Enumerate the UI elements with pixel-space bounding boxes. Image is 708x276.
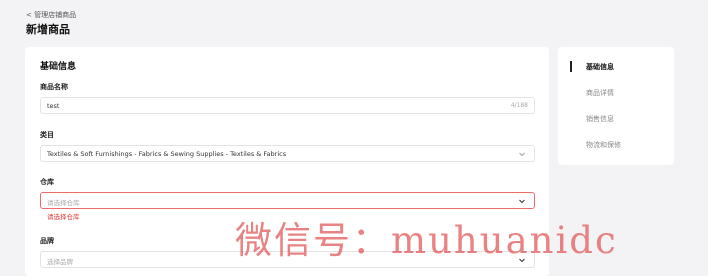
nav-item-basic-info[interactable]: 基础信息 — [586, 62, 614, 72]
category-select[interactable]: Textiles & Soft Furnishings - Fabrics & … — [40, 145, 535, 162]
chevron-down-icon — [519, 199, 525, 204]
page-header: < 管理店铺商品 新增商品 — [0, 0, 708, 46]
category-label: 类目 — [40, 131, 54, 139]
char-counter: 4/188 — [510, 102, 528, 109]
product-name-input[interactable]: test 4/188 — [40, 97, 535, 114]
warehouse-select[interactable]: 请选择仓库 — [40, 192, 535, 209]
nav-item-logistics-warranty[interactable]: 物流和保修 — [586, 140, 621, 150]
active-indicator — [570, 61, 572, 72]
page-title: 新增商品 — [26, 23, 70, 36]
brand-placeholder: 选择品牌 — [47, 258, 73, 266]
brand-label: 品牌 — [40, 237, 54, 245]
warehouse-label: 仓库 — [40, 178, 54, 186]
category-value: Textiles & Soft Furnishings - Fabrics & … — [47, 150, 287, 158]
watermark-text: 微信号：muhuanidc — [235, 219, 618, 262]
nav-item-sales-info[interactable]: 销售信息 — [586, 114, 614, 124]
nav-item-product-details[interactable]: 商品详情 — [586, 88, 614, 98]
product-name-label: 商品名称 — [40, 83, 68, 91]
product-name-value: test — [47, 102, 60, 110]
warehouse-placeholder: 请选择仓库 — [47, 199, 80, 207]
warehouse-error-message: 请选择仓库 — [47, 213, 80, 221]
section-title: 基础信息 — [40, 62, 77, 72]
chevron-down-icon — [519, 152, 525, 157]
back-link[interactable]: < 管理店铺商品 — [26, 10, 76, 20]
section-nav: 基础信息 商品详情 销售信息 物流和保修 — [558, 47, 674, 165]
